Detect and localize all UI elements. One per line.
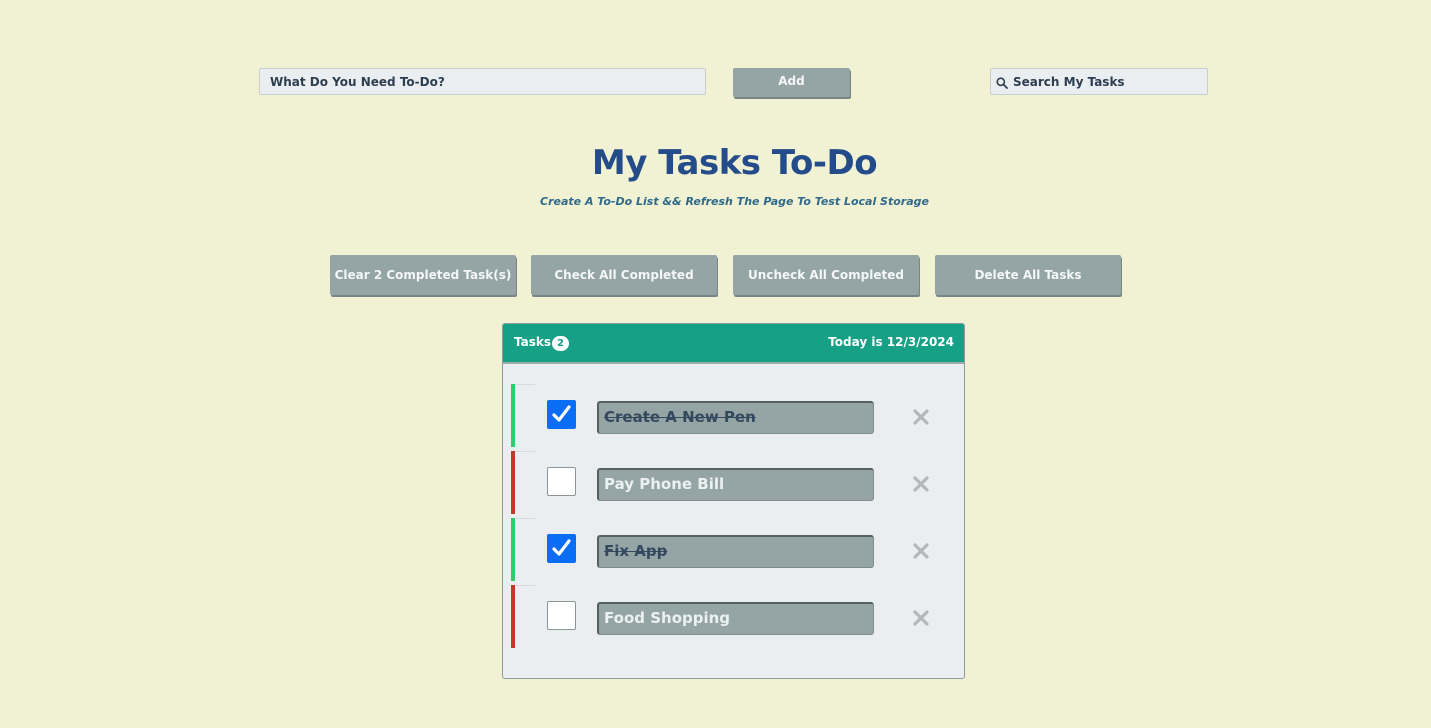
new-task-input[interactable] [259,68,706,95]
row-divider [515,518,535,519]
row-divider [515,585,535,586]
check-icon [552,405,571,422]
task-row: Pay Phone Bill [503,451,964,515]
task-checkbox[interactable] [547,467,576,496]
task-status-bar [511,585,515,648]
task-row: Food Shopping [503,585,964,649]
uncheck-all-button[interactable]: Uncheck All Completed [733,255,919,295]
tasks-label: Tasks [514,335,552,349]
search-icon [996,74,1008,89]
task-checkbox[interactable] [547,534,576,563]
task-text[interactable]: Pay Phone Bill [597,468,874,501]
task-row: Create A New Pen [503,384,964,448]
delete-all-button[interactable]: Delete All Tasks [935,255,1121,295]
close-icon[interactable] [912,609,930,627]
task-checkbox[interactable] [547,601,576,630]
task-status-bar [511,518,515,581]
task-status-bar [511,451,515,514]
page-subtitle: Create A To-Do List && Refresh The Page … [540,195,929,208]
add-button[interactable]: Add [733,68,850,97]
close-icon[interactable] [912,542,930,560]
task-count-badge: 2 [552,336,569,351]
page-title: My Tasks To-Do [591,143,878,183]
tasks-panel: Tasks 2 Today is 12/3/2024 Create A New … [502,323,965,679]
check-icon [552,539,571,556]
row-divider [515,451,535,452]
tasks-panel-header: Tasks 2 Today is 12/3/2024 [503,324,964,364]
today-date: Today is 12/3/2024 [828,335,954,349]
task-text[interactable]: Fix App [597,535,874,568]
task-text[interactable]: Food Shopping [597,602,874,635]
close-icon[interactable] [912,408,930,426]
close-icon[interactable] [912,475,930,493]
task-status-bar [511,384,515,447]
row-divider [515,384,535,385]
search-input[interactable] [1013,69,1203,94]
task-checkbox[interactable] [547,400,576,429]
task-text[interactable]: Create A New Pen [597,401,874,434]
clear-completed-button[interactable]: Clear 2 Completed Task(s) [330,255,516,295]
search-field[interactable] [990,68,1208,95]
task-row: Fix App [503,518,964,582]
check-all-button[interactable]: Check All Completed [531,255,717,295]
